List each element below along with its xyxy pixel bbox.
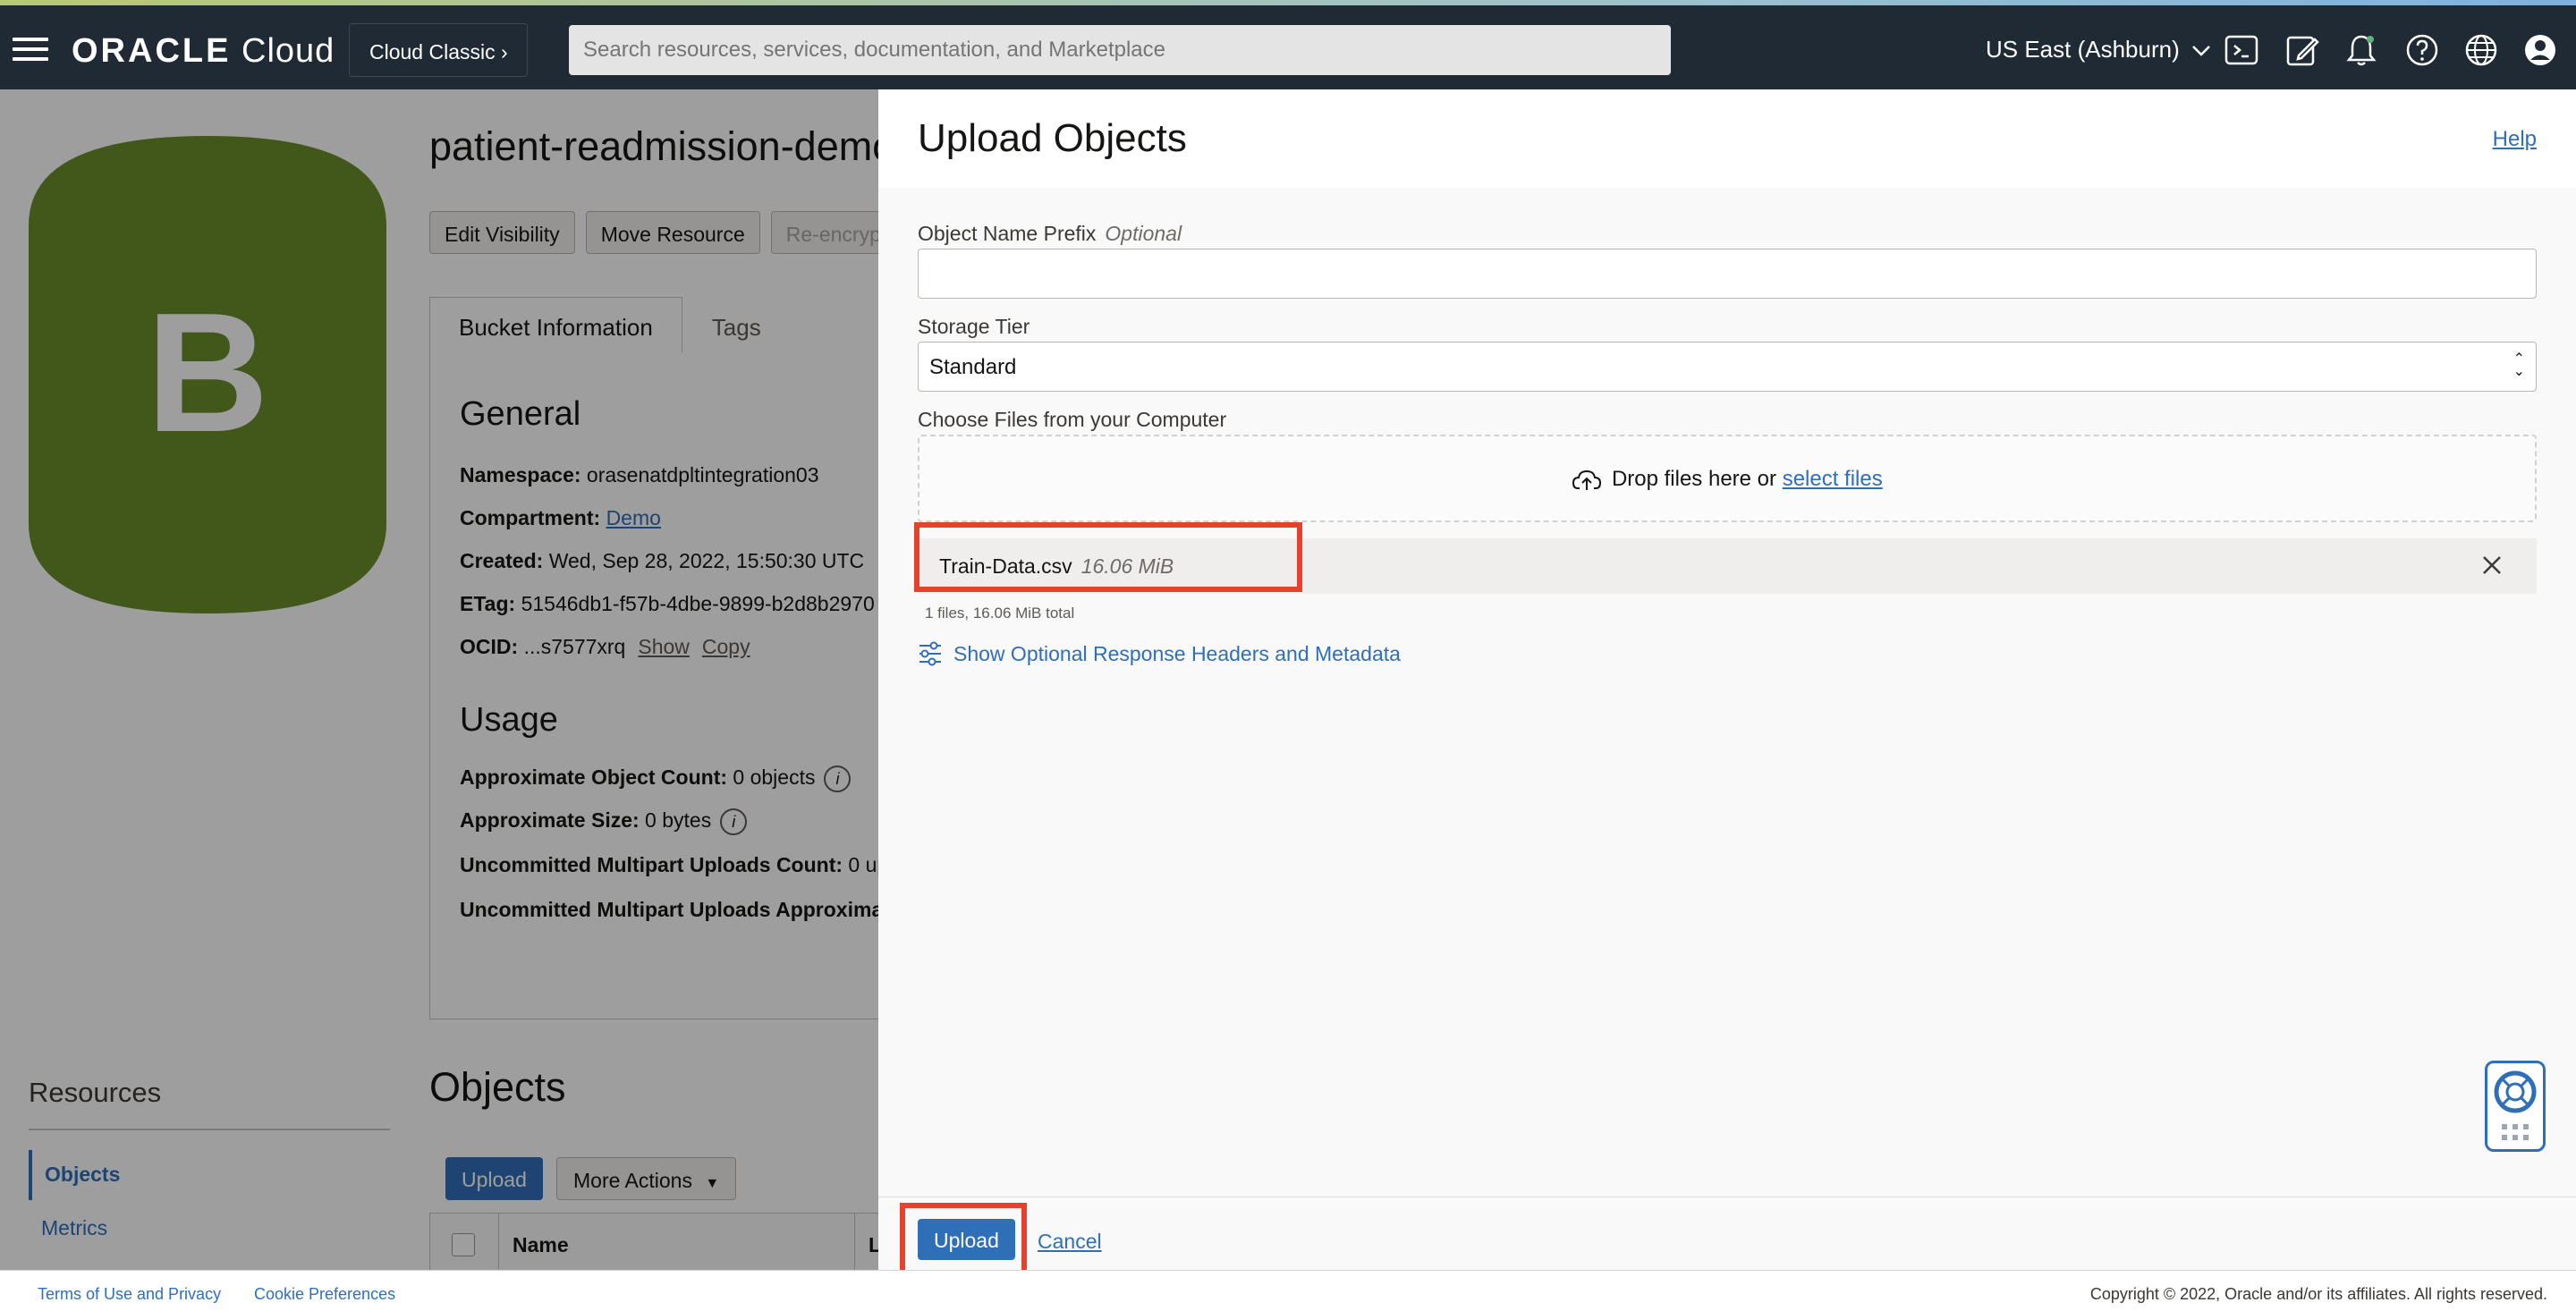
optional-headers-label: Show Optional Response Headers and Metad… xyxy=(953,641,1401,665)
logo-product: Cloud xyxy=(242,32,335,70)
file-highlight-box xyxy=(914,522,1302,592)
sliders-icon xyxy=(919,641,941,666)
modal-overlay[interactable] xyxy=(0,89,878,1270)
storage-tier-value: Standard xyxy=(929,355,1017,379)
select-arrows-icon: ⌃ ⌄ xyxy=(2512,351,2525,379)
top-navigation-bar: ORACLE Cloud Cloud Classic › US East (As… xyxy=(0,5,2576,89)
region-selector[interactable]: US East (Ashburn) xyxy=(1986,36,2211,63)
cloud-classic-button[interactable]: Cloud Classic › xyxy=(349,23,528,77)
chevron-down-icon xyxy=(2192,46,2210,56)
files-total: 1 files, 16.06 MiB total xyxy=(925,605,1075,622)
cancel-link[interactable]: Cancel xyxy=(1038,1230,1102,1254)
copyright-text: Copyright © 2022, Oracle and/or its affi… xyxy=(2089,1285,2547,1303)
search-input[interactable] xyxy=(569,25,1671,75)
edit-note-icon[interactable] xyxy=(2284,32,2320,68)
close-icon[interactable] xyxy=(2479,553,2504,578)
cloud-classic-label: Cloud Classic xyxy=(369,40,496,63)
upload-objects-drawer: Upload Objects Help Object Name Prefix Op… xyxy=(878,89,2576,1281)
lifebuoy-icon xyxy=(2494,1070,2537,1140)
hamburger-menu-icon[interactable] xyxy=(13,38,48,61)
drawer-footer: Upload Cancel xyxy=(878,1197,2576,1281)
drawer-header: Upload Objects Help xyxy=(878,89,2576,188)
prefix-label-text: Object Name Prefix xyxy=(918,222,1097,245)
help-widget[interactable] xyxy=(2485,1061,2546,1152)
drop-text: Drop files here or xyxy=(1611,467,1777,491)
choose-files-label: Choose Files from your Computer xyxy=(918,408,1227,431)
cookie-preferences-link[interactable]: Cookie Preferences xyxy=(254,1285,395,1304)
cloud-shell-icon[interactable] xyxy=(2224,32,2259,68)
select-files-link[interactable]: select files xyxy=(1783,467,1883,491)
help-link[interactable]: Help xyxy=(2493,127,2537,152)
cloud-upload-icon xyxy=(1572,469,1602,490)
drawer-title: Upload Objects xyxy=(918,116,1187,160)
page-footer: Terms of Use and Privacy Cookie Preferen… xyxy=(0,1270,2576,1311)
optional-headers-toggle[interactable]: Show Optional Response Headers and Metad… xyxy=(918,640,1401,667)
language-globe-icon[interactable] xyxy=(2463,32,2499,68)
region-label: US East (Ashburn) xyxy=(1986,36,2180,63)
object-name-prefix-input[interactable] xyxy=(918,249,2537,299)
storage-tier-select[interactable]: Standard ⌃ ⌄ xyxy=(918,342,2537,392)
file-drop-zone[interactable]: Drop files here or select files xyxy=(918,435,2537,522)
storage-tier-label: Storage Tier xyxy=(918,315,1030,338)
user-profile-icon[interactable] xyxy=(2522,32,2558,68)
logo-brand: ORACLE xyxy=(72,32,232,70)
help-question-icon[interactable] xyxy=(2404,32,2440,68)
oracle-cloud-logo[interactable]: ORACLE Cloud xyxy=(72,32,335,71)
prefix-optional: Optional xyxy=(1105,222,1182,245)
terms-link[interactable]: Terms of Use and Privacy xyxy=(38,1285,221,1304)
prefix-label: Object Name Prefix Optional xyxy=(918,222,1182,246)
chevron-right-icon: › xyxy=(501,40,508,63)
notifications-bell-icon[interactable] xyxy=(2343,32,2379,68)
